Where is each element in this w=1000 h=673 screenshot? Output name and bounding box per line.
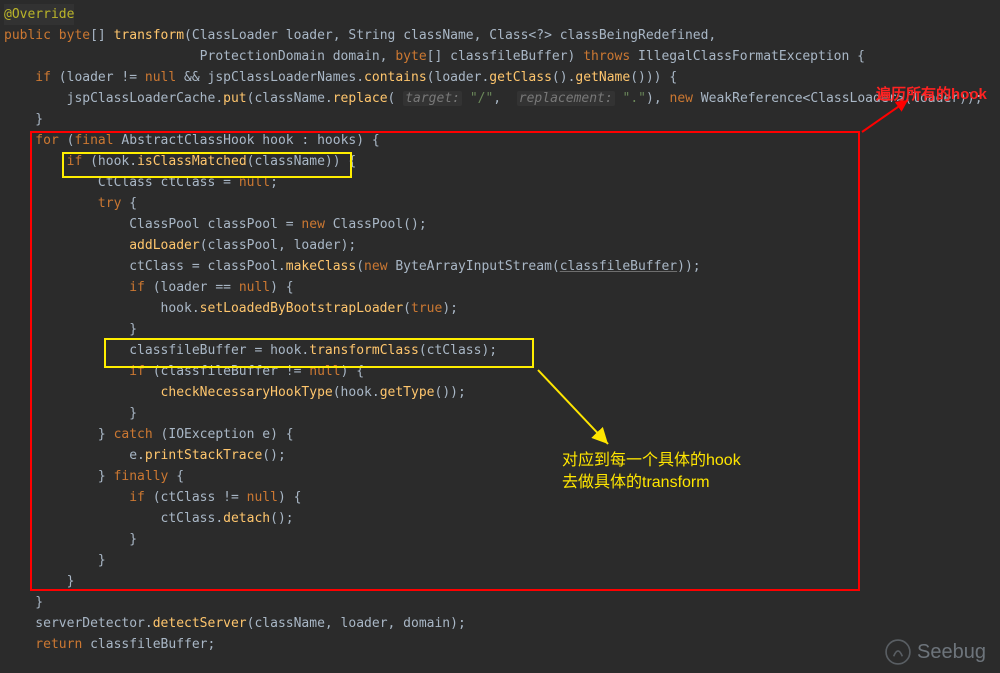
code-line: } finally { [4,466,1000,487]
code-line: if (loader != null && jspClassLoaderName… [4,67,1000,88]
code-line: ctClass = classPool.makeClass(new ByteAr… [4,256,1000,277]
code-line: if (classfileBuffer != null) { [4,361,1000,382]
code-line: return classfileBuffer; [4,634,1000,655]
code-line: ctClass.detach(); [4,508,1000,529]
code-line: e.printStackTrace(); [4,445,1000,466]
code-line: @Override [4,4,1000,25]
annotation-yellow-text: 对应到每一个具体的hook 去做具体的transform [562,450,741,494]
code-line: classfileBuffer = hook.transformClass(ct… [4,340,1000,361]
code-line: } catch (IOException e) { [4,424,1000,445]
code-line: checkNecessaryHookType(hook.getType()); [4,382,1000,403]
code-line: jspClassLoaderCache.put(className.replac… [4,88,1000,109]
code-line: } [4,550,1000,571]
code-line: hook.setLoadedByBootstrapLoader(true); [4,298,1000,319]
code-line: public byte[] transform(ClassLoader load… [4,25,1000,46]
code-line: } [4,319,1000,340]
code-line: CtClass ctClass = null; [4,172,1000,193]
code-line: if (loader == null) { [4,277,1000,298]
code-line: ProtectionDomain domain, byte[] classfil… [4,46,1000,67]
watermark: Seebug [885,639,986,665]
code-line: for (final AbstractClassHook hook : hook… [4,130,1000,151]
code-line: } [4,403,1000,424]
code-line: if (hook.isClassMatched(className)) { [4,151,1000,172]
code-line: } [4,529,1000,550]
code-line: ClassPool classPool = new ClassPool(); [4,214,1000,235]
code-line: try { [4,193,1000,214]
annotation-red-text: 遍历所有的hook [876,84,987,105]
code-line: } [4,109,1000,130]
seebug-logo-icon [885,639,911,665]
code-line: if (ctClass != null) { [4,487,1000,508]
code-line: } [4,592,1000,613]
code-line: serverDetector.detectServer(className, l… [4,613,1000,634]
code-line: addLoader(classPool, loader); [4,235,1000,256]
code-line: } [4,571,1000,592]
